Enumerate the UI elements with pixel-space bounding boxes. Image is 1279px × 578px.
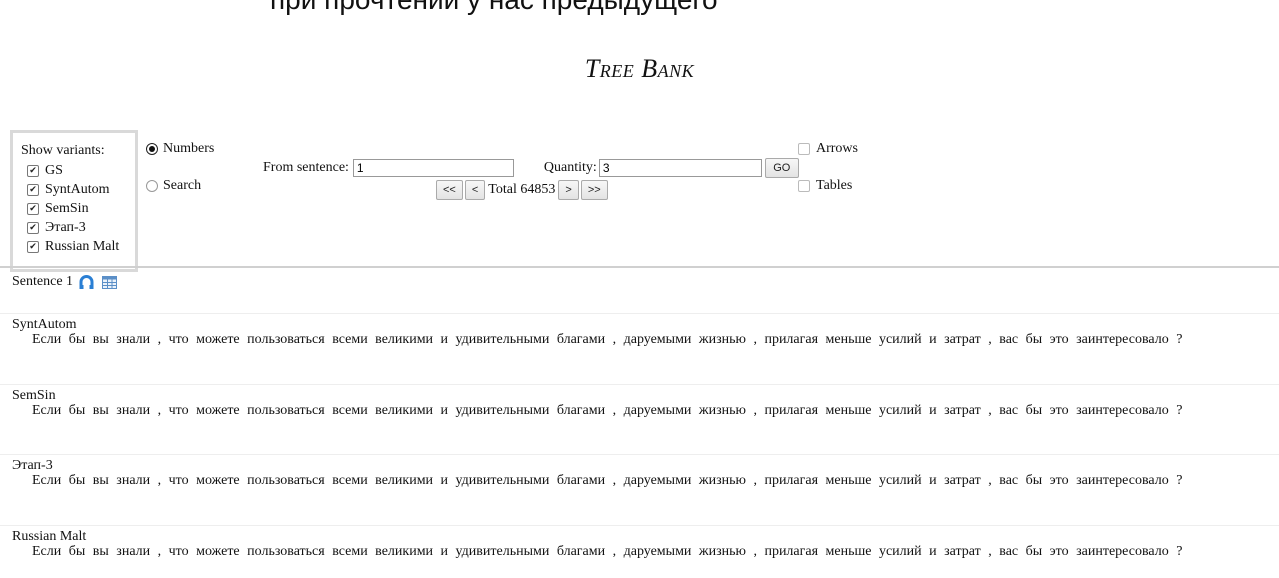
sentence-header: Sentence 1 [12, 274, 118, 290]
variant-semsin-row[interactable]: SemSin [21, 199, 131, 218]
variant-gs-checkbox[interactable] [27, 164, 39, 177]
variant-syntautom-row[interactable]: SyntAutom [21, 180, 131, 199]
sentence-label: Sentence 1 [12, 274, 74, 289]
table-icon[interactable] [102, 275, 118, 289]
from-sentence-input[interactable] [352, 159, 514, 177]
tree-arrows-icon[interactable] [79, 274, 94, 290]
mode-numbers-option[interactable]: Numbers [146, 141, 214, 157]
mode-search-label: Search [163, 178, 202, 193]
range-controls: From sentence: Quantity: GO [263, 158, 799, 178]
variant-gs-label: GS [45, 162, 63, 178]
variant-semsin-checkbox[interactable] [27, 202, 39, 215]
mode-search-option[interactable]: Search [146, 178, 201, 194]
variant-russian-malt-checkbox[interactable] [27, 240, 39, 253]
variant-russian-malt-row[interactable]: Russian Malt [21, 237, 131, 256]
variant-section-syntautom: SyntAutom Если бы вы знали , что можете … [0, 313, 1279, 384]
show-variants-panel: Show variants: GS SyntAutom SemSin Этап-… [10, 130, 138, 272]
arrows-option[interactable]: Arrows [798, 141, 858, 157]
from-sentence-label: From sentence: [263, 160, 349, 175]
variant-semsin-label: SemSin [45, 200, 89, 216]
show-variants-label: Show variants: [21, 143, 105, 158]
tables-option[interactable]: Tables [798, 178, 852, 194]
quantity-label: Quantity: [543, 160, 597, 175]
variant-syntautom-checkbox[interactable] [27, 183, 39, 196]
mode-search-radio[interactable] [146, 180, 158, 192]
sentence-text: Если бы вы знали , что можете пользовать… [32, 332, 1183, 347]
variant-gs-row[interactable]: GS [21, 161, 131, 180]
quantity-input[interactable] [598, 159, 762, 177]
variant-section-semsin: SemSin Если бы вы знали , что можете пол… [0, 384, 1279, 455]
tables-checkbox[interactable] [798, 180, 810, 192]
page-title: Tree Bank [584, 54, 695, 83]
sentence-text: Если бы вы знали , что можете пользовать… [32, 544, 1183, 559]
variant-etap3-label: Этап-3 [45, 219, 86, 235]
variant-section-etap3: Этап-3 Если бы вы знали , что можете пол… [0, 454, 1279, 525]
variant-etap3-row[interactable]: Этап-3 [21, 218, 131, 237]
mode-numbers-radio[interactable] [146, 143, 158, 155]
sentence-text: Если бы вы знали , что можете пользовать… [32, 473, 1183, 488]
top-strip-text: при прочтении у нас предыдущего [270, 0, 718, 16]
variant-section-russian-malt: Russian Malt Если бы вы знали , что може… [0, 525, 1279, 578]
variant-syntautom-label: SyntAutom [45, 181, 110, 197]
variant-russian-malt-label: Russian Malt [45, 238, 120, 254]
tables-label: Tables [816, 178, 853, 193]
sentence-text: Если бы вы знали , что можете пользовать… [32, 403, 1183, 418]
arrows-label: Arrows [816, 141, 858, 156]
go-button[interactable]: GO [764, 158, 799, 178]
first-page-button[interactable]: << [436, 180, 463, 200]
header-divider [0, 266, 1279, 268]
total-count: Total 64853 [488, 182, 556, 197]
variant-etap3-checkbox[interactable] [27, 221, 39, 234]
arrows-checkbox[interactable] [798, 143, 810, 155]
mode-numbers-label: Numbers [163, 141, 215, 156]
last-page-button[interactable]: >> [580, 180, 608, 200]
prev-page-button[interactable]: < [464, 180, 486, 200]
pagination: << < Total 64853 > >> [436, 180, 608, 200]
next-page-button[interactable]: > [558, 180, 579, 200]
